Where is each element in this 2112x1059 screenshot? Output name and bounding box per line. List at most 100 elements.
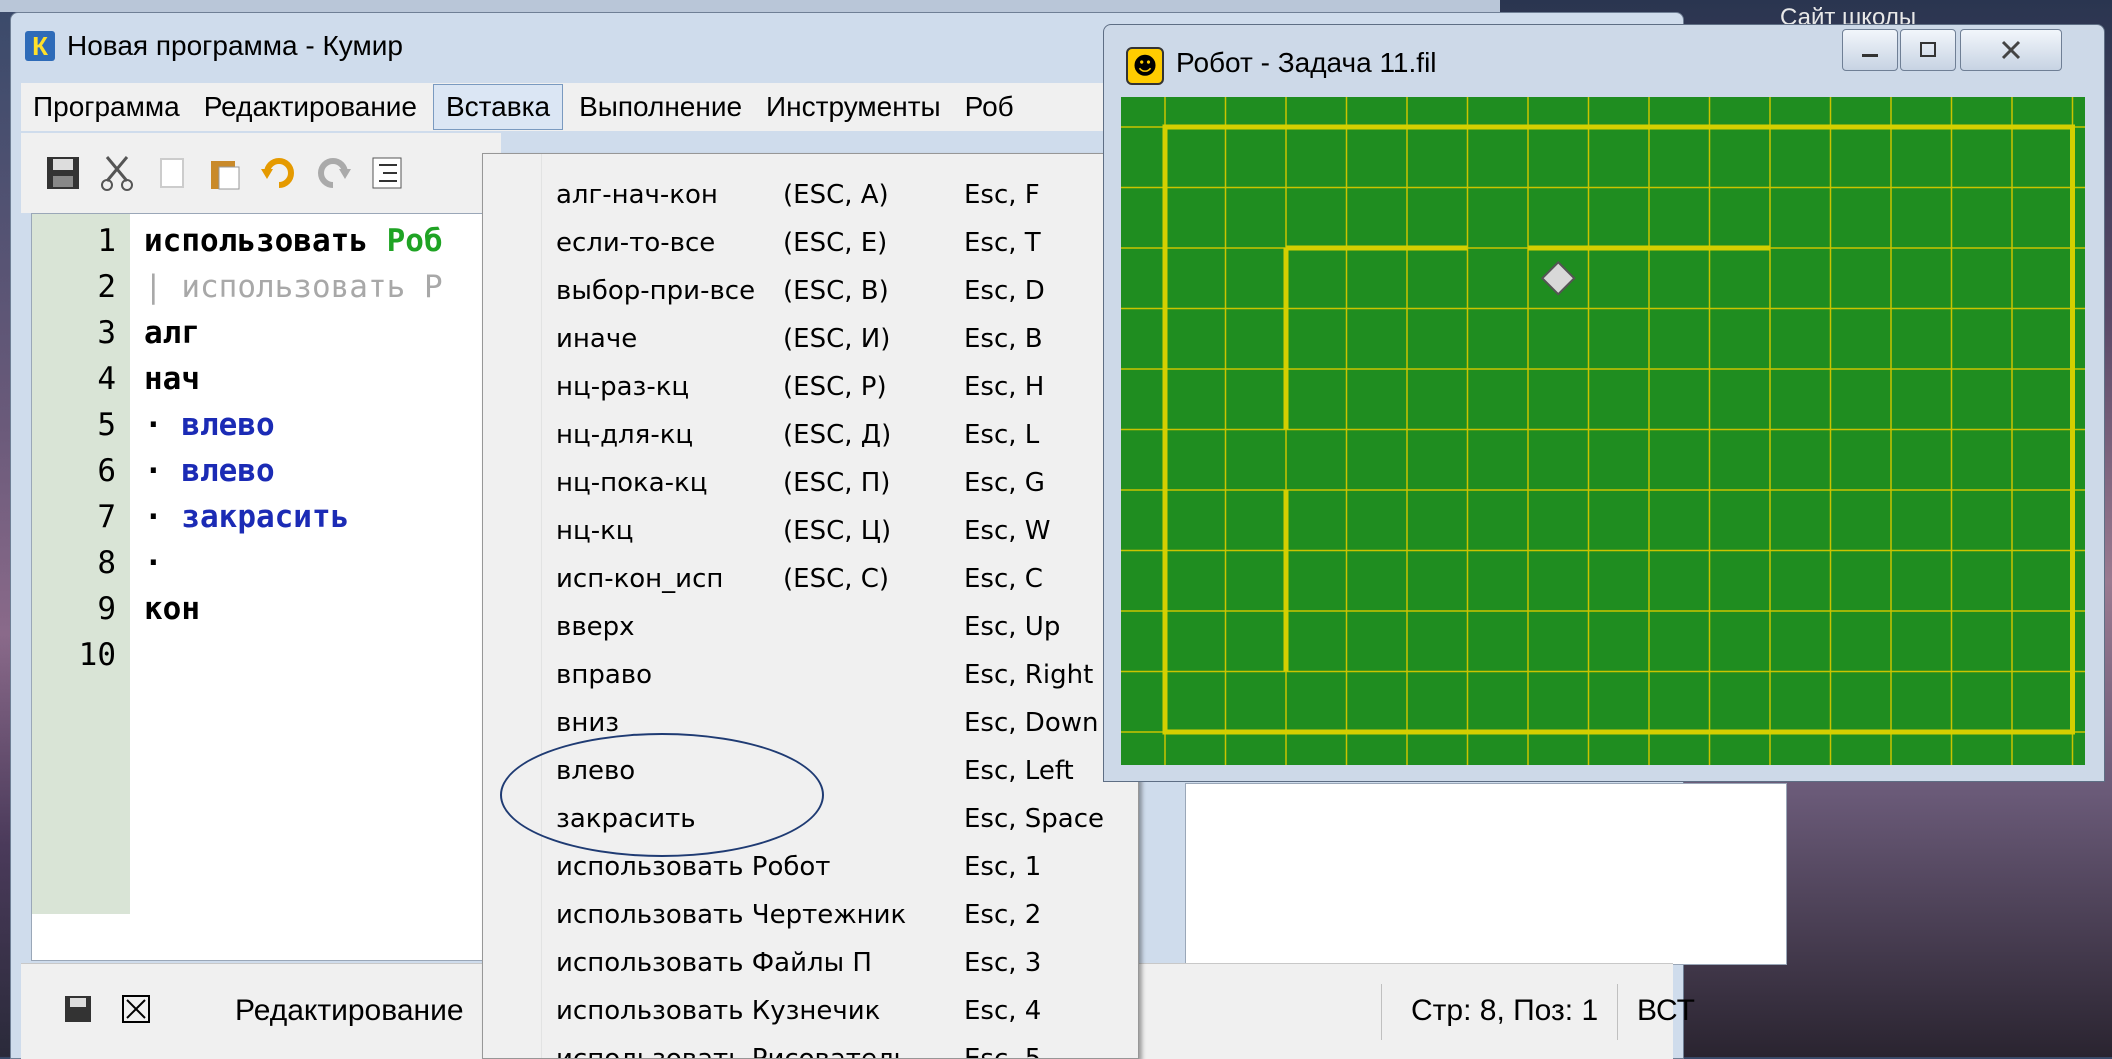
line-number: 4 [97, 361, 116, 397]
code-token: кон [144, 591, 200, 627]
main-titlebar[interactable]: К Новая программа - Кумир [11, 13, 1121, 79]
menu-item-shortcut: Esc, D [964, 276, 1045, 306]
minimize-button[interactable] [1842, 29, 1898, 71]
code-text: · [144, 545, 163, 581]
line-number: 5 [97, 407, 116, 443]
status-insert-mode: ВСТ [1637, 994, 1696, 1027]
menu-item-shortcut: Esc, F [964, 180, 1040, 210]
menu-item-alt-shortcut: (ESC, Ц) [783, 516, 892, 546]
menu-item[interactable]: нц-пока-кц (ESC, П) Esc, G [483, 460, 1138, 508]
paste-icon[interactable] [205, 153, 245, 193]
menu-item[interactable]: если-то-все (ESC, E) Esc, T [483, 220, 1138, 268]
menu-item[interactable]: использовать Файлы П Esc, 3 [483, 940, 1138, 988]
insert-dropdown-menu: алг-нач-кон (ESC, A) Esc, F если-то-все (ESC… [482, 153, 1139, 1059]
code-line[interactable]: 1 использовать Роб [32, 218, 442, 264]
menu-robot[interactable]: Роб [953, 85, 1026, 129]
code-token: закрасить [181, 499, 350, 535]
menu-item-label: нц-пока-кц [556, 468, 708, 498]
menu-tools[interactable]: Инструменты [754, 85, 953, 129]
code-token: нач [144, 361, 200, 397]
menu-item-shortcut: Esc, 4 [964, 996, 1042, 1026]
line-number: 8 [97, 545, 116, 581]
save-status-icon[interactable] [63, 994, 93, 1032]
menu-item-alt-shortcut: (ESC, B) [783, 276, 889, 306]
code-token: влево [181, 407, 275, 443]
line-number: 9 [97, 591, 116, 627]
menu-item[interactable]: исп-кон_исп (ESC, C) Esc, C [483, 556, 1138, 604]
cut-icon[interactable] [97, 153, 137, 193]
line-number: 3 [97, 315, 116, 351]
kumir-app-icon: К [25, 31, 55, 61]
line-number: 6 [97, 453, 116, 489]
menu-item-alt-shortcut: (ESC, П) [783, 468, 891, 498]
main-window-title: Новая программа - Кумир [67, 30, 403, 61]
code-editor[interactable]: 1 использовать Роб 2 | использовать Р 3 алг 4 н… [31, 213, 513, 961]
code-text: · влево [144, 453, 275, 489]
menu-item[interactable]: вправо Esc, Right [483, 652, 1138, 700]
menu-item[interactable]: использовать Робот Esc, 1 [483, 844, 1138, 892]
menu-item[interactable]: использовать Чертежник Esc, 2 [483, 892, 1138, 940]
menu-item-alt-shortcut: (ESC, P) [783, 372, 887, 402]
code-token: Роб [386, 223, 443, 259]
code-token: алг [144, 315, 200, 351]
menu-item[interactable]: нц-кц (ESC, Ц) Esc, W [483, 508, 1138, 556]
menu-item-label: вправо [556, 660, 652, 690]
menu-item[interactable]: алг-нач-кон (ESC, A) Esc, F [483, 172, 1138, 220]
menu-insert[interactable]: Вставка [433, 84, 564, 130]
robot-field-grid [1121, 97, 2085, 765]
menu-item[interactable]: использовать Кузнечик Esc, 4 [483, 988, 1138, 1036]
menu-item-shortcut: Esc, H [964, 372, 1045, 402]
menu-item-label: использовать Файлы П [556, 948, 872, 978]
menu-item[interactable]: вниз Esc, Down [483, 700, 1138, 748]
menu-item-label: иначе [556, 324, 638, 354]
close-button[interactable] [1960, 29, 2062, 71]
code-line[interactable]: 6 · влево [32, 448, 274, 494]
maximize-button[interactable] [1900, 29, 1956, 71]
menu-edit[interactable]: Редактирование [192, 85, 429, 129]
menu-item-shortcut: Esc, W [964, 516, 1051, 546]
code-text: | использовать Р [144, 269, 443, 305]
robot-marker [1540, 260, 1576, 296]
menu-item[interactable]: закрасить Esc, Space [483, 796, 1138, 844]
code-line[interactable]: 7 · закрасить [32, 494, 349, 540]
close-box-icon[interactable] [121, 994, 151, 1032]
menu-item-label: нц-кц [556, 516, 634, 546]
robot-field[interactable] [1121, 97, 2085, 765]
menu-item[interactable]: вверх Esc, Up [483, 604, 1138, 652]
robot-face-icon: ☻ [1126, 47, 1164, 85]
line-number: 10 [78, 637, 116, 673]
code-line[interactable]: 8 · [32, 540, 162, 586]
undo-icon[interactable] [259, 153, 299, 193]
menu-item[interactable]: иначе (ESC, И) Esc, B [483, 316, 1138, 364]
redo-icon[interactable] [313, 153, 353, 193]
menu-item[interactable]: использовать Рисователь Esc, 5 [483, 1036, 1138, 1058]
code-line[interactable]: 4 нач [32, 356, 200, 402]
menu-item-label: исп-кон_исп [556, 564, 724, 594]
code-token: · [144, 545, 163, 581]
toolbar [21, 133, 501, 213]
menu-item-shortcut: Esc, Right [964, 660, 1094, 690]
indent-icon[interactable] [367, 153, 407, 193]
menu-item[interactable]: влево Esc, Left [483, 748, 1138, 796]
menu-item-alt-shortcut: (ESC, И) [783, 324, 891, 354]
save-icon[interactable] [43, 153, 83, 193]
code-token: · [144, 453, 182, 489]
code-line[interactable]: 5 · влево [32, 402, 274, 448]
status-separator [1381, 984, 1382, 1040]
menu-program[interactable]: Программа [21, 85, 192, 129]
menu-item-shortcut: Esc, Up [964, 612, 1061, 642]
menu-item-shortcut: Esc, 1 [964, 852, 1042, 882]
menu-item[interactable]: выбор-при-все (ESC, B) Esc, D [483, 268, 1138, 316]
output-pane[interactable] [1185, 783, 1787, 965]
code-line[interactable]: 3 алг [32, 310, 200, 356]
menu-item[interactable]: нц-для-кц (ESC, Д) Esc, L [483, 412, 1138, 460]
copy-icon[interactable] [151, 153, 191, 193]
robot-titlebar[interactable]: ☻ Робот - Задача 11.fil [1104, 25, 2104, 97]
menu-run[interactable]: Выполнение [567, 85, 754, 129]
code-text: кон [144, 591, 200, 627]
menu-item[interactable]: нц-раз-кц (ESC, P) Esc, H [483, 364, 1138, 412]
code-line[interactable]: 2 | использовать Р [32, 264, 442, 310]
code-line[interactable]: 9 кон [32, 586, 200, 632]
menu-item-shortcut: Esc, Space [964, 804, 1105, 834]
code-line[interactable]: 10 [32, 632, 116, 678]
